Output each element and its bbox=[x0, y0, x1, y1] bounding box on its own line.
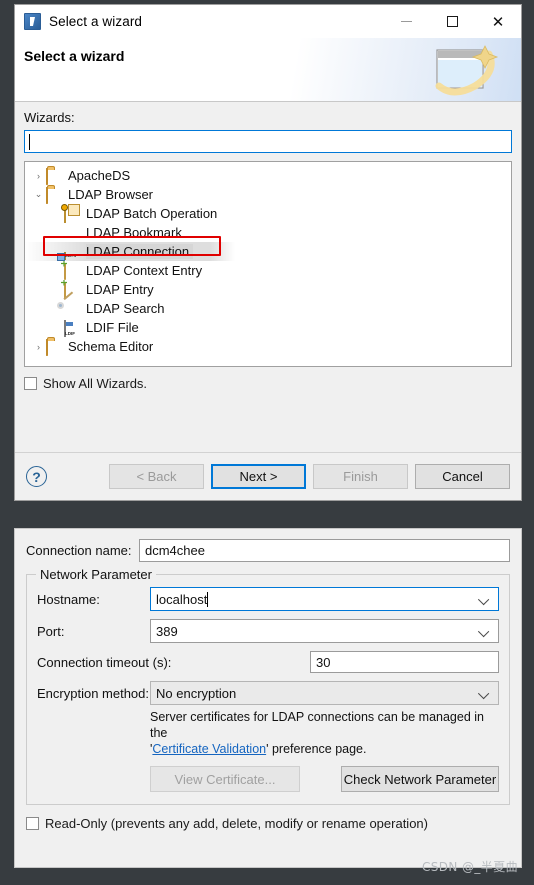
folder-icon bbox=[46, 186, 64, 204]
wizard-button-row: < Back Next > Finish Cancel bbox=[109, 464, 510, 489]
tree-item-ldap-entry[interactable]: LDAP Entry bbox=[25, 280, 511, 299]
tree-item-ldap-bookmark[interactable]: LDAP Bookmark bbox=[25, 223, 511, 242]
tree-item-ldap-browser[interactable]: ⌄ LDAP Browser bbox=[25, 185, 511, 204]
wizards-tree[interactable]: › ApacheDS ⌄ LDAP Browser LDAP Batch Ope… bbox=[24, 161, 512, 367]
ldap-connection-icon bbox=[64, 244, 82, 260]
port-value: 389 bbox=[156, 623, 178, 639]
certificate-hint-prefix: Server certificates for LDAP connections… bbox=[150, 710, 484, 740]
network-parameter-group: Network Parameter Hostname: localhost Po… bbox=[26, 567, 510, 805]
window-controls: ✕ bbox=[383, 5, 521, 38]
port-label: Port: bbox=[37, 623, 65, 639]
tree-item-label: Schema Editor bbox=[68, 339, 154, 354]
connection-settings-dialog: Connection name: dcm4chee Network Parame… bbox=[14, 528, 522, 868]
connection-timeout-input[interactable]: 30 bbox=[310, 651, 499, 673]
tree-item-label: LDAP Search bbox=[86, 301, 165, 316]
page-title: Select a wizard bbox=[24, 48, 125, 64]
chevron-down-icon[interactable] bbox=[477, 593, 490, 606]
wizard-footer: ? < Back Next > Finish Cancel bbox=[15, 452, 521, 500]
batch-operation-icon bbox=[64, 205, 82, 223]
minimize-button[interactable] bbox=[383, 5, 429, 38]
wizard-body: Wizards: › ApacheDS ⌄ LDAP Browser LDAP … bbox=[15, 102, 521, 452]
select-wizard-dialog: Select a wizard ✕ Select a wizard Wizard… bbox=[14, 4, 522, 501]
wizards-filter-input[interactable] bbox=[24, 130, 512, 153]
show-all-wizards-label: Show All Wizards. bbox=[43, 376, 148, 391]
next-button[interactable]: Next > bbox=[211, 464, 306, 489]
tree-item-label: LDAP Bookmark bbox=[86, 225, 182, 240]
tree-item-label: LDAP Browser bbox=[68, 187, 154, 202]
tree-item-ldap-context-entry[interactable]: LDAP Context Entry bbox=[25, 261, 511, 280]
network-parameter-title: Network Parameter bbox=[36, 567, 156, 582]
finish-button: Finish bbox=[313, 464, 408, 489]
cancel-button[interactable]: Cancel bbox=[415, 464, 510, 489]
hostname-combo[interactable]: localhost bbox=[150, 587, 499, 611]
titlebar: Select a wizard ✕ bbox=[15, 5, 521, 38]
port-combo[interactable]: 389 bbox=[150, 619, 499, 643]
search-icon bbox=[64, 301, 82, 317]
hostname-label: Hostname: bbox=[37, 591, 100, 607]
show-all-wizards-checkbox[interactable] bbox=[24, 377, 37, 390]
bookmark-icon bbox=[64, 225, 82, 241]
chevron-right-icon[interactable]: › bbox=[31, 342, 46, 352]
connection-timeout-label: Connection timeout (s): bbox=[37, 654, 172, 670]
tree-item-label: ApacheDS bbox=[68, 168, 131, 183]
chevron-right-icon[interactable]: › bbox=[31, 171, 46, 181]
tree-item-ldap-search[interactable]: LDAP Search bbox=[25, 299, 511, 318]
read-only-checkbox[interactable] bbox=[26, 817, 39, 830]
encryption-method-value: No encryption bbox=[156, 685, 237, 701]
connection-timeout-row: Connection timeout (s): 30 bbox=[37, 651, 499, 673]
tree-item-apacheds[interactable]: › ApacheDS bbox=[25, 166, 511, 185]
wizards-filter-label: Wizards: bbox=[24, 110, 75, 125]
maximize-button[interactable] bbox=[429, 5, 475, 38]
tree-item-label: LDAP Context Entry bbox=[86, 263, 203, 278]
tree-item-label: LDIF File bbox=[86, 320, 139, 335]
tree-item-label: LDAP Batch Operation bbox=[86, 206, 218, 221]
wizard-icon bbox=[24, 13, 41, 30]
view-certificate-button: View Certificate... bbox=[150, 766, 300, 792]
check-network-parameter-button[interactable]: Check Network Parameter bbox=[341, 766, 499, 792]
port-row: Port: 389 bbox=[37, 619, 499, 643]
show-all-wizards-row[interactable]: Show All Wizards. bbox=[24, 376, 512, 391]
certificate-button-row: View Certificate... Check Network Parame… bbox=[150, 766, 499, 792]
wizard-banner: Select a wizard bbox=[15, 38, 521, 102]
read-only-label: Read-Only (prevents any add, delete, mod… bbox=[45, 816, 428, 831]
tree-item-ldap-batch-operation[interactable]: LDAP Batch Operation bbox=[25, 204, 511, 223]
encryption-method-combo[interactable]: No encryption bbox=[150, 681, 499, 705]
text-caret bbox=[29, 134, 30, 150]
entry-icon bbox=[64, 262, 82, 280]
certificate-hint: Server certificates for LDAP connections… bbox=[150, 709, 499, 757]
hostname-row: Hostname: localhost bbox=[37, 587, 499, 611]
connection-name-label: Connection name: bbox=[26, 543, 132, 558]
wizard-banner-art-icon bbox=[419, 42, 511, 100]
encryption-method-row: Encryption method: No encryption bbox=[37, 681, 499, 705]
tree-item-label: LDAP Connection bbox=[86, 244, 194, 259]
ldif-file-icon bbox=[64, 319, 82, 337]
hostname-value: localhost bbox=[156, 591, 208, 607]
help-icon[interactable]: ? bbox=[26, 466, 47, 487]
tree-item-label: LDAP Entry bbox=[86, 282, 154, 297]
certificate-validation-link[interactable]: Certificate Validation bbox=[152, 742, 266, 756]
certificate-hint-suffix: preference page. bbox=[268, 742, 367, 756]
folder-icon bbox=[46, 167, 64, 185]
connection-name-row: Connection name: dcm4chee bbox=[26, 539, 510, 562]
tree-item-ldap-connection[interactable]: LDAP Connection bbox=[25, 242, 511, 261]
window-title: Select a wizard bbox=[49, 14, 143, 29]
encryption-method-label: Encryption method: bbox=[37, 685, 150, 701]
close-icon[interactable]: ✕ bbox=[475, 5, 521, 38]
chevron-down-icon[interactable] bbox=[477, 625, 490, 638]
chevron-down-icon[interactable]: ⌄ bbox=[31, 189, 46, 200]
tree-item-ldif-file[interactable]: LDIF File bbox=[25, 318, 511, 337]
read-only-row[interactable]: Read-Only (prevents any add, delete, mod… bbox=[26, 816, 510, 831]
tree-item-schema-editor[interactable]: › Schema Editor bbox=[25, 337, 511, 356]
text-caret bbox=[207, 591, 209, 607]
watermark: CSDN @_半夏曲 bbox=[421, 860, 518, 874]
chevron-down-icon[interactable] bbox=[477, 687, 490, 700]
connection-name-input[interactable]: dcm4chee bbox=[139, 539, 510, 562]
folder-icon bbox=[46, 338, 64, 356]
back-button: < Back bbox=[109, 464, 204, 489]
